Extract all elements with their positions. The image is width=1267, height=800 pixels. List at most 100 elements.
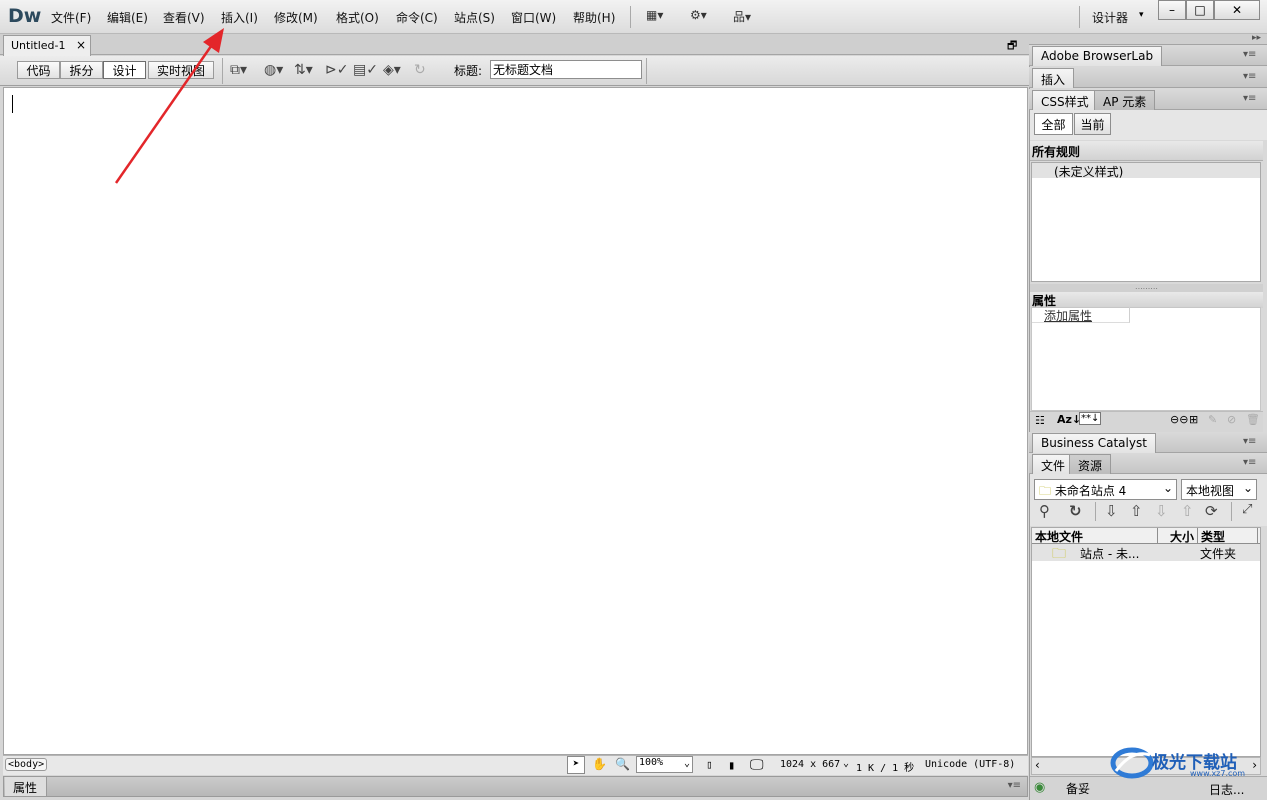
preview-browser-icon[interactable]: ◍▾ [264, 62, 283, 78]
disable-property-icon[interactable]: ⊘ [1227, 413, 1236, 426]
workspace-dropdown-icon[interactable]: ▾ [1139, 10, 1144, 20]
properties-panel-tab[interactable]: 属性 [5, 777, 47, 796]
all-rules-header: 所有规则 [1030, 141, 1263, 161]
get-files-icon[interactable]: ⇩ [1105, 502, 1118, 520]
collapse-icon[interactable]: ▸▸ [1252, 33, 1261, 43]
layout-icon[interactable]: ▦▾ [646, 8, 663, 22]
new-css-rule-icon[interactable]: ⊞ [1189, 413, 1198, 426]
menu-modify[interactable]: 修改(M) [274, 9, 318, 26]
menu-help[interactable]: 帮助(H) [573, 9, 615, 26]
site-select-value: 未命名站点 4 [1054, 484, 1127, 498]
files-tab[interactable]: 文件 [1032, 454, 1075, 474]
extend-icon[interactable]: ⚙▾ [690, 8, 707, 22]
tag-selector[interactable]: <body> [5, 758, 48, 771]
files-menu-icon[interactable]: ▾≡ [1243, 457, 1256, 468]
synchronize-icon[interactable]: ⟳ [1205, 502, 1218, 520]
close-button[interactable]: ✕ [1214, 0, 1260, 20]
workspace-switcher[interactable]: 设计器 [1092, 9, 1128, 26]
site-dropdown-icon: ⌄ [1162, 481, 1173, 495]
col-type[interactable]: 类型 [1198, 528, 1258, 544]
code-view-button[interactable]: 代码 [17, 61, 60, 79]
visual-aids-icon[interactable]: ◈▾ [383, 62, 401, 78]
css-menu-icon[interactable]: ▾≡ [1243, 93, 1256, 104]
menu-commands[interactable]: 命令(C) [396, 9, 438, 26]
css-rules-list[interactable] [1031, 162, 1261, 282]
properties-bar[interactable]: 属性 ▾≡ [3, 776, 1028, 797]
zoom-tool-icon[interactable]: 🔍 [615, 757, 630, 771]
refresh-files-icon[interactable]: ↻ [1069, 502, 1082, 520]
view-select[interactable]: 本地视图 ⌄ [1181, 479, 1257, 500]
mobile-size-icon[interactable]: ▯ [706, 758, 713, 771]
hand-tool-icon[interactable]: ✋ [592, 757, 607, 771]
bc-menu-icon[interactable]: ▾≡ [1243, 436, 1256, 447]
menu-site[interactable]: 站点(S) [454, 9, 495, 26]
add-property-link[interactable]: 添加属性 [1032, 307, 1130, 323]
css-current-button[interactable]: 当前 [1074, 113, 1111, 135]
live-view-button[interactable]: 实时视图 [148, 61, 214, 79]
zoom-select[interactable]: 100% ⌄ [636, 756, 693, 773]
check-in-icon[interactable]: ⇧ [1181, 502, 1194, 520]
splitter-handle[interactable]: ......... [1030, 283, 1263, 292]
attach-stylesheet-icon[interactable]: ⊖⊖ [1170, 413, 1188, 426]
insert-menu-icon[interactable]: ▾≡ [1243, 71, 1256, 82]
connect-icon[interactable]: ⚲ [1039, 502, 1050, 520]
w3c-validate-icon[interactable]: ⊳✓ [325, 62, 348, 78]
view-dropdown-icon: ⌄ [1242, 481, 1253, 495]
check-browser-icon[interactable]: ▤✓ [353, 62, 378, 78]
site-select[interactable]: 🗀 未命名站点 4 ⌄ [1034, 479, 1177, 500]
site-icon[interactable]: 品▾ [733, 8, 751, 25]
browserlab-menu-icon[interactable]: ▾≡ [1243, 49, 1256, 60]
col-local-files[interactable]: 本地文件 [1032, 528, 1158, 544]
maximize-button[interactable]: □ [1186, 0, 1214, 20]
design-view-button[interactable]: 设计 [103, 61, 146, 79]
minimize-button[interactable]: – [1158, 0, 1186, 20]
menu-view[interactable]: 查看(V) [163, 9, 205, 26]
dock-collapse-bar[interactable]: ▸▸ [1029, 33, 1267, 45]
desktop-size-icon[interactable]: 🖵 [750, 757, 764, 773]
alpha-view-icon[interactable]: Az↓ [1057, 413, 1081, 426]
refresh-icon[interactable]: ↻ [414, 62, 426, 78]
set-properties-view-icon[interactable]: **↓ [1079, 412, 1102, 425]
site-root-row[interactable]: 🗀 站点 - 未... 文件夹 [1032, 544, 1260, 562]
split-view-button[interactable]: 拆分 [60, 61, 103, 79]
insert-tab[interactable]: 插入 [1032, 68, 1075, 88]
edit-rule-icon[interactable]: ✎ [1208, 413, 1217, 426]
text-caret [12, 95, 13, 113]
business-catalyst-tab[interactable]: Business Catalyst [1032, 433, 1156, 453]
document-title-input[interactable] [490, 60, 642, 79]
design-canvas[interactable] [3, 87, 1028, 755]
category-view-icon[interactable]: ☷ [1035, 414, 1045, 427]
properties-subheader: 属性 [1030, 292, 1263, 308]
css-rule-item[interactable]: (未定义样式) [1032, 163, 1260, 179]
scroll-left-icon[interactable]: ‹ [1035, 758, 1040, 772]
assets-tab[interactable]: 资源 [1069, 454, 1112, 474]
browserlab-tab[interactable]: Adobe BrowserLab [1032, 46, 1163, 66]
restore-doc-icon[interactable]: 🗗 [1007, 37, 1017, 56]
put-files-icon[interactable]: ⇧ [1130, 502, 1143, 520]
multiscreen-icon[interactable]: ⧉▾ [230, 62, 247, 78]
menu-file[interactable]: 文件(F) [51, 9, 91, 26]
ap-elements-tab[interactable]: AP 元素 [1094, 90, 1156, 110]
close-tab-icon[interactable]: × [76, 38, 86, 52]
download-size: 1 K / 1 秒 [856, 763, 915, 774]
zoom-dropdown-icon: ⌄ [683, 758, 690, 769]
window-size-dropdown-icon[interactable]: ⌄ [843, 758, 849, 769]
menu-edit[interactable]: 编辑(E) [107, 9, 148, 26]
log-button[interactable]: 日志... [1209, 781, 1244, 798]
document-tab[interactable]: Untitled-1 × [3, 35, 91, 56]
properties-menu-icon[interactable]: ▾≡ [1008, 780, 1021, 791]
delete-rule-icon[interactable]: 🗑 [1246, 413, 1260, 426]
file-management-icon[interactable]: ⇅▾ [294, 62, 313, 78]
menu-window[interactable]: 窗口(W) [511, 9, 556, 26]
css-styles-tab[interactable]: CSS样式 [1032, 90, 1098, 110]
document-tab-label: Untitled-1 [11, 39, 66, 52]
window-size[interactable]: 1024 x 667 [780, 759, 840, 770]
check-out-icon[interactable]: ⇩ [1155, 502, 1168, 520]
menu-format[interactable]: 格式(O) [336, 9, 379, 26]
css-all-button[interactable]: 全部 [1034, 113, 1073, 135]
expand-files-icon[interactable]: ⤢ [1242, 502, 1252, 517]
menu-insert[interactable]: 插入(I) [221, 9, 258, 26]
col-size[interactable]: 大小 [1158, 528, 1198, 544]
select-tool-icon[interactable]: ➤ [567, 756, 585, 774]
tablet-size-icon[interactable]: ▮ [728, 758, 735, 772]
